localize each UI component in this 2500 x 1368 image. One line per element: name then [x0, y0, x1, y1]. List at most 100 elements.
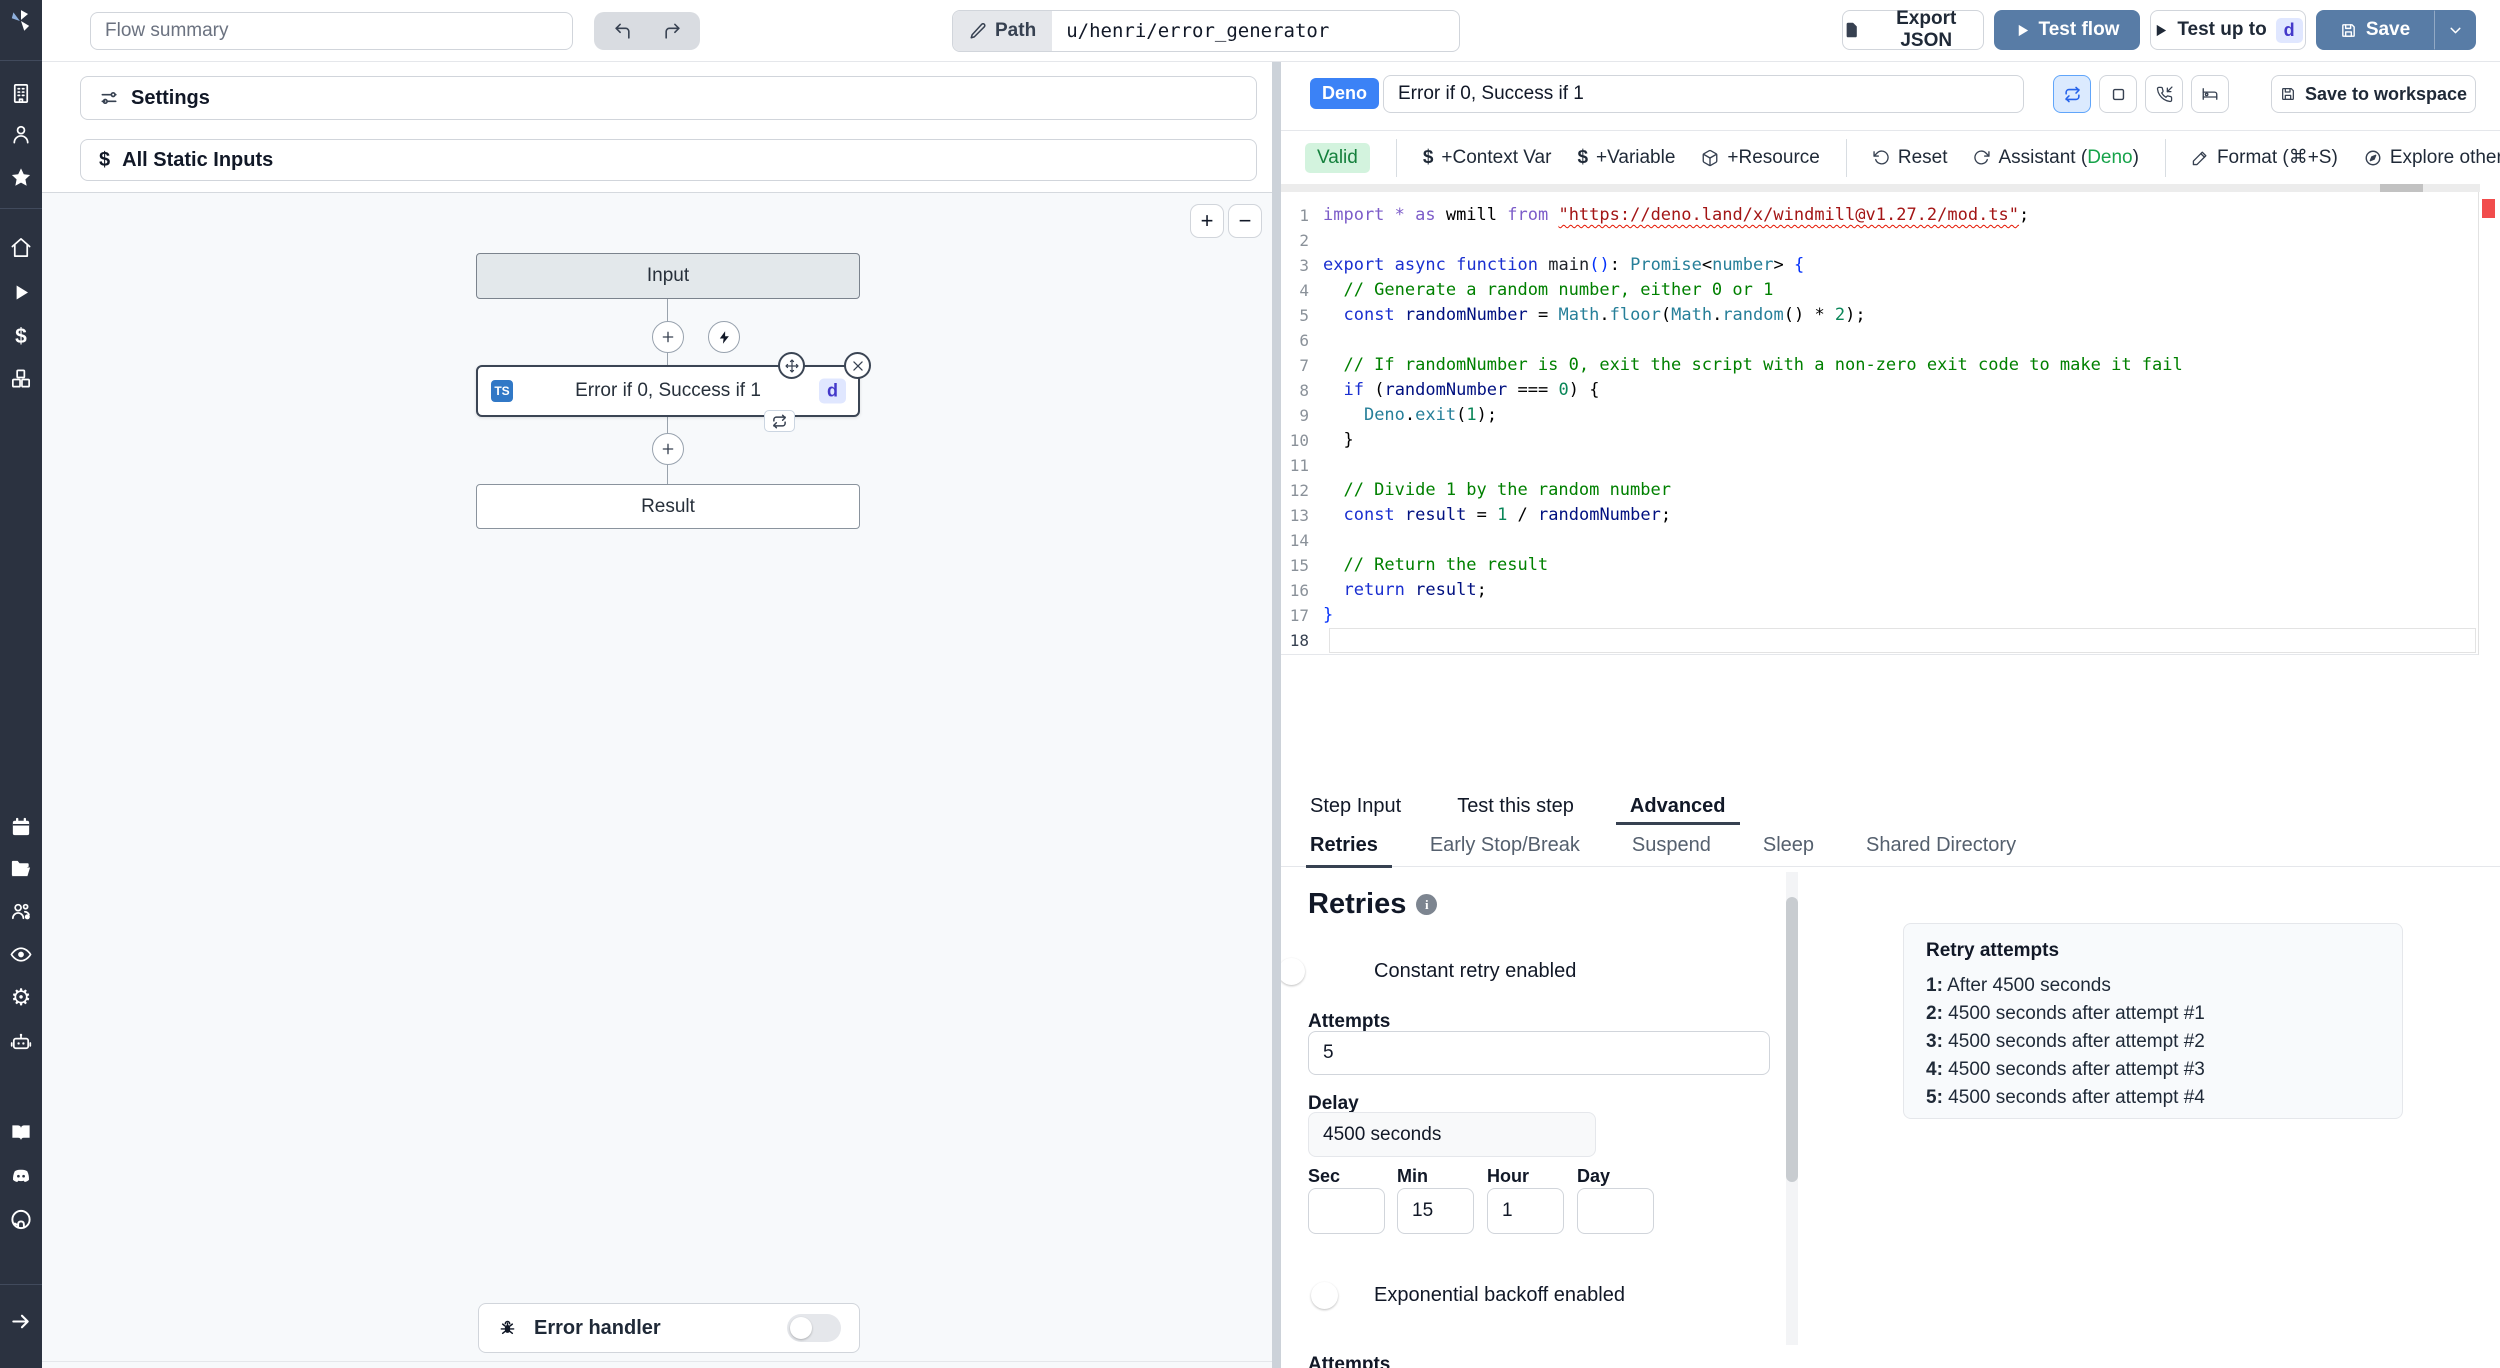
flow-summary-input[interactable] [90, 12, 573, 50]
test-flow-label: Test flow [2038, 19, 2120, 40]
code-line[interactable]: 6 [1281, 328, 2478, 353]
tab-step-input[interactable]: Step Input [1310, 788, 1401, 825]
variables-dollar-icon[interactable]: $ [15, 326, 27, 347]
subtab-sleep[interactable]: Sleep [1763, 825, 1814, 867]
code-line[interactable]: 11 [1281, 453, 2478, 478]
pencil-icon [970, 23, 986, 39]
folders-icon[interactable] [10, 857, 33, 880]
code-line[interactable]: 8 if (randomNumber === 0) { [1281, 378, 2478, 403]
code-line[interactable]: 14 [1281, 528, 2478, 553]
all-static-inputs-label: All Static Inputs [122, 148, 274, 171]
runs-play-icon[interactable] [11, 282, 32, 303]
move-step-handle[interactable] [778, 352, 805, 379]
export-json-button[interactable]: Export JSON [1842, 8, 1984, 51]
code-line[interactable]: 10 } [1281, 428, 2478, 453]
sec-input[interactable] [1308, 1188, 1385, 1234]
tab-advanced[interactable]: Advanced [1615, 788, 1740, 825]
explore-scripts-button[interactable]: Explore other s [2364, 147, 2500, 169]
code-line[interactable]: 13 const result = 1 / randomNumber; [1281, 503, 2478, 528]
code-line[interactable]: 2 [1281, 228, 2478, 253]
code-line[interactable]: 7 // If randomNumber is 0, exit the scri… [1281, 353, 2478, 378]
retry-attempt-item: 5: 4500 seconds after attempt #4 [1926, 1087, 2205, 1108]
code-line[interactable]: 5 const randomNumber = Math.floor(Math.r… [1281, 303, 2478, 328]
editor-top-scrollbar[interactable] [1281, 184, 2480, 192]
delete-step-button[interactable] [844, 352, 871, 379]
docs-book-icon[interactable] [10, 1121, 33, 1144]
panel-resize-divider[interactable] [1272, 62, 1281, 1368]
result-node-label: Result [641, 495, 695, 517]
discord-icon[interactable] [10, 1165, 33, 1188]
retry-attempts-title: Retry attempts [1926, 940, 2060, 961]
add-step-button[interactable] [652, 321, 684, 353]
subtab-retries[interactable]: Retries [1306, 825, 1392, 868]
flow-input-node[interactable]: Input [476, 253, 860, 299]
save-dropdown-button[interactable] [2434, 10, 2476, 50]
zoom-out-button[interactable]: − [1228, 204, 1262, 238]
path-field[interactable]: Path u/henri/error_generator [952, 10, 1460, 52]
zoom-in-button[interactable]: + [1190, 204, 1224, 238]
suspend-quick-button[interactable] [2145, 75, 2183, 113]
code-editor[interactable]: 1 import * as wmill from "https://deno.la… [1281, 192, 2478, 655]
add-variable-button[interactable]: $ +Variable [1577, 147, 1675, 169]
subtab-shared-directory[interactable]: Shared Directory [1866, 825, 2016, 867]
windmill-logo[interactable] [8, 8, 34, 34]
format-button[interactable]: Format (⌘+S) [2192, 146, 2338, 169]
undo-button[interactable] [600, 15, 644, 47]
add-resource-button[interactable]: +Resource [1701, 147, 1820, 169]
reset-button[interactable]: Reset [1873, 147, 1947, 169]
sleep-quick-button[interactable] [2191, 75, 2229, 113]
save-button[interactable]: Save [2316, 10, 2434, 50]
retries-quick-toggle-button[interactable] [2053, 75, 2091, 113]
add-context-var-button[interactable]: $ +Context Var [1423, 147, 1552, 169]
workspace-building-icon[interactable] [10, 82, 33, 105]
compass-icon [2365, 150, 2381, 165]
code-line[interactable]: 1 import * as wmill from "https://deno.la… [1281, 203, 2478, 228]
add-trigger-bolt-button[interactable] [708, 321, 740, 353]
save-to-workspace-label: Save to workspace [2304, 83, 2468, 104]
code-line[interactable]: 12 // Divide 1 by the random number [1281, 478, 2478, 503]
form-scrollbar-thumb[interactable] [1786, 897, 1798, 1182]
code-line[interactable]: 4 // Generate a random number, either 0 … [1281, 278, 2478, 303]
subtab-early-stop[interactable]: Early Stop/Break [1430, 825, 1580, 867]
audit-eye-icon[interactable] [10, 943, 33, 966]
add-step-button[interactable] [652, 433, 684, 465]
min-input[interactable] [1397, 1188, 1474, 1234]
home-icon[interactable] [10, 236, 33, 259]
error-handler-toggle[interactable] [787, 1314, 841, 1342]
test-up-to-button[interactable]: Test up to d [2150, 10, 2306, 50]
day-input[interactable] [1577, 1188, 1654, 1234]
favorites-star-icon[interactable] [10, 166, 33, 189]
settings-button[interactable]: Settings [80, 76, 1257, 120]
tab-test-this-step[interactable]: Test this step [1457, 788, 1574, 825]
code-line[interactable]: 16 return result; [1281, 578, 2478, 603]
assistant-button[interactable]: Assistant (Deno) [1973, 147, 2139, 169]
code-line[interactable]: 15 // Return the result [1281, 553, 2478, 578]
error-handler-box[interactable]: Error handler [478, 1303, 860, 1353]
all-static-inputs-button[interactable]: $ All Static Inputs [80, 139, 1257, 181]
save-to-workspace-button[interactable]: Save to workspace [2271, 75, 2476, 113]
resources-boxes-icon[interactable] [10, 367, 33, 390]
step-title-input[interactable] [1383, 75, 2024, 113]
code-line[interactable]: 3 export async function main(): Promise<n… [1281, 253, 2478, 278]
flow-result-node[interactable]: Result [476, 484, 860, 529]
settings-gear-icon[interactable]: ⚙ [11, 986, 32, 1009]
code-line[interactable]: 18 [1281, 628, 2478, 653]
subtab-suspend[interactable]: Suspend [1632, 825, 1711, 867]
schedules-calendar-icon[interactable] [10, 815, 33, 838]
code-line[interactable]: 17} [1281, 603, 2478, 628]
delay-display-input[interactable] [1308, 1112, 1596, 1157]
redo-button[interactable] [650, 15, 694, 47]
early-stop-quick-button[interactable] [2099, 75, 2137, 113]
info-icon[interactable]: i [1416, 894, 1438, 915]
expand-sidebar-arrow-icon[interactable] [10, 1310, 33, 1333]
groups-users-gear-icon[interactable] [10, 900, 33, 923]
code-line[interactable]: 9 Deno.exit(1); [1281, 403, 2478, 428]
workers-robot-icon[interactable] [10, 1031, 33, 1054]
editor-top-scrollbar-thumb[interactable] [2380, 184, 2423, 192]
github-icon[interactable] [10, 1208, 33, 1231]
hour-input[interactable] [1487, 1188, 1564, 1234]
test-flow-button[interactable]: Test flow [1994, 10, 2140, 50]
attempts-input[interactable] [1308, 1031, 1770, 1075]
user-icon[interactable] [10, 123, 33, 146]
flow-canvas[interactable]: + − Input TS Error if 0, Success if 1 d [42, 192, 1272, 1368]
